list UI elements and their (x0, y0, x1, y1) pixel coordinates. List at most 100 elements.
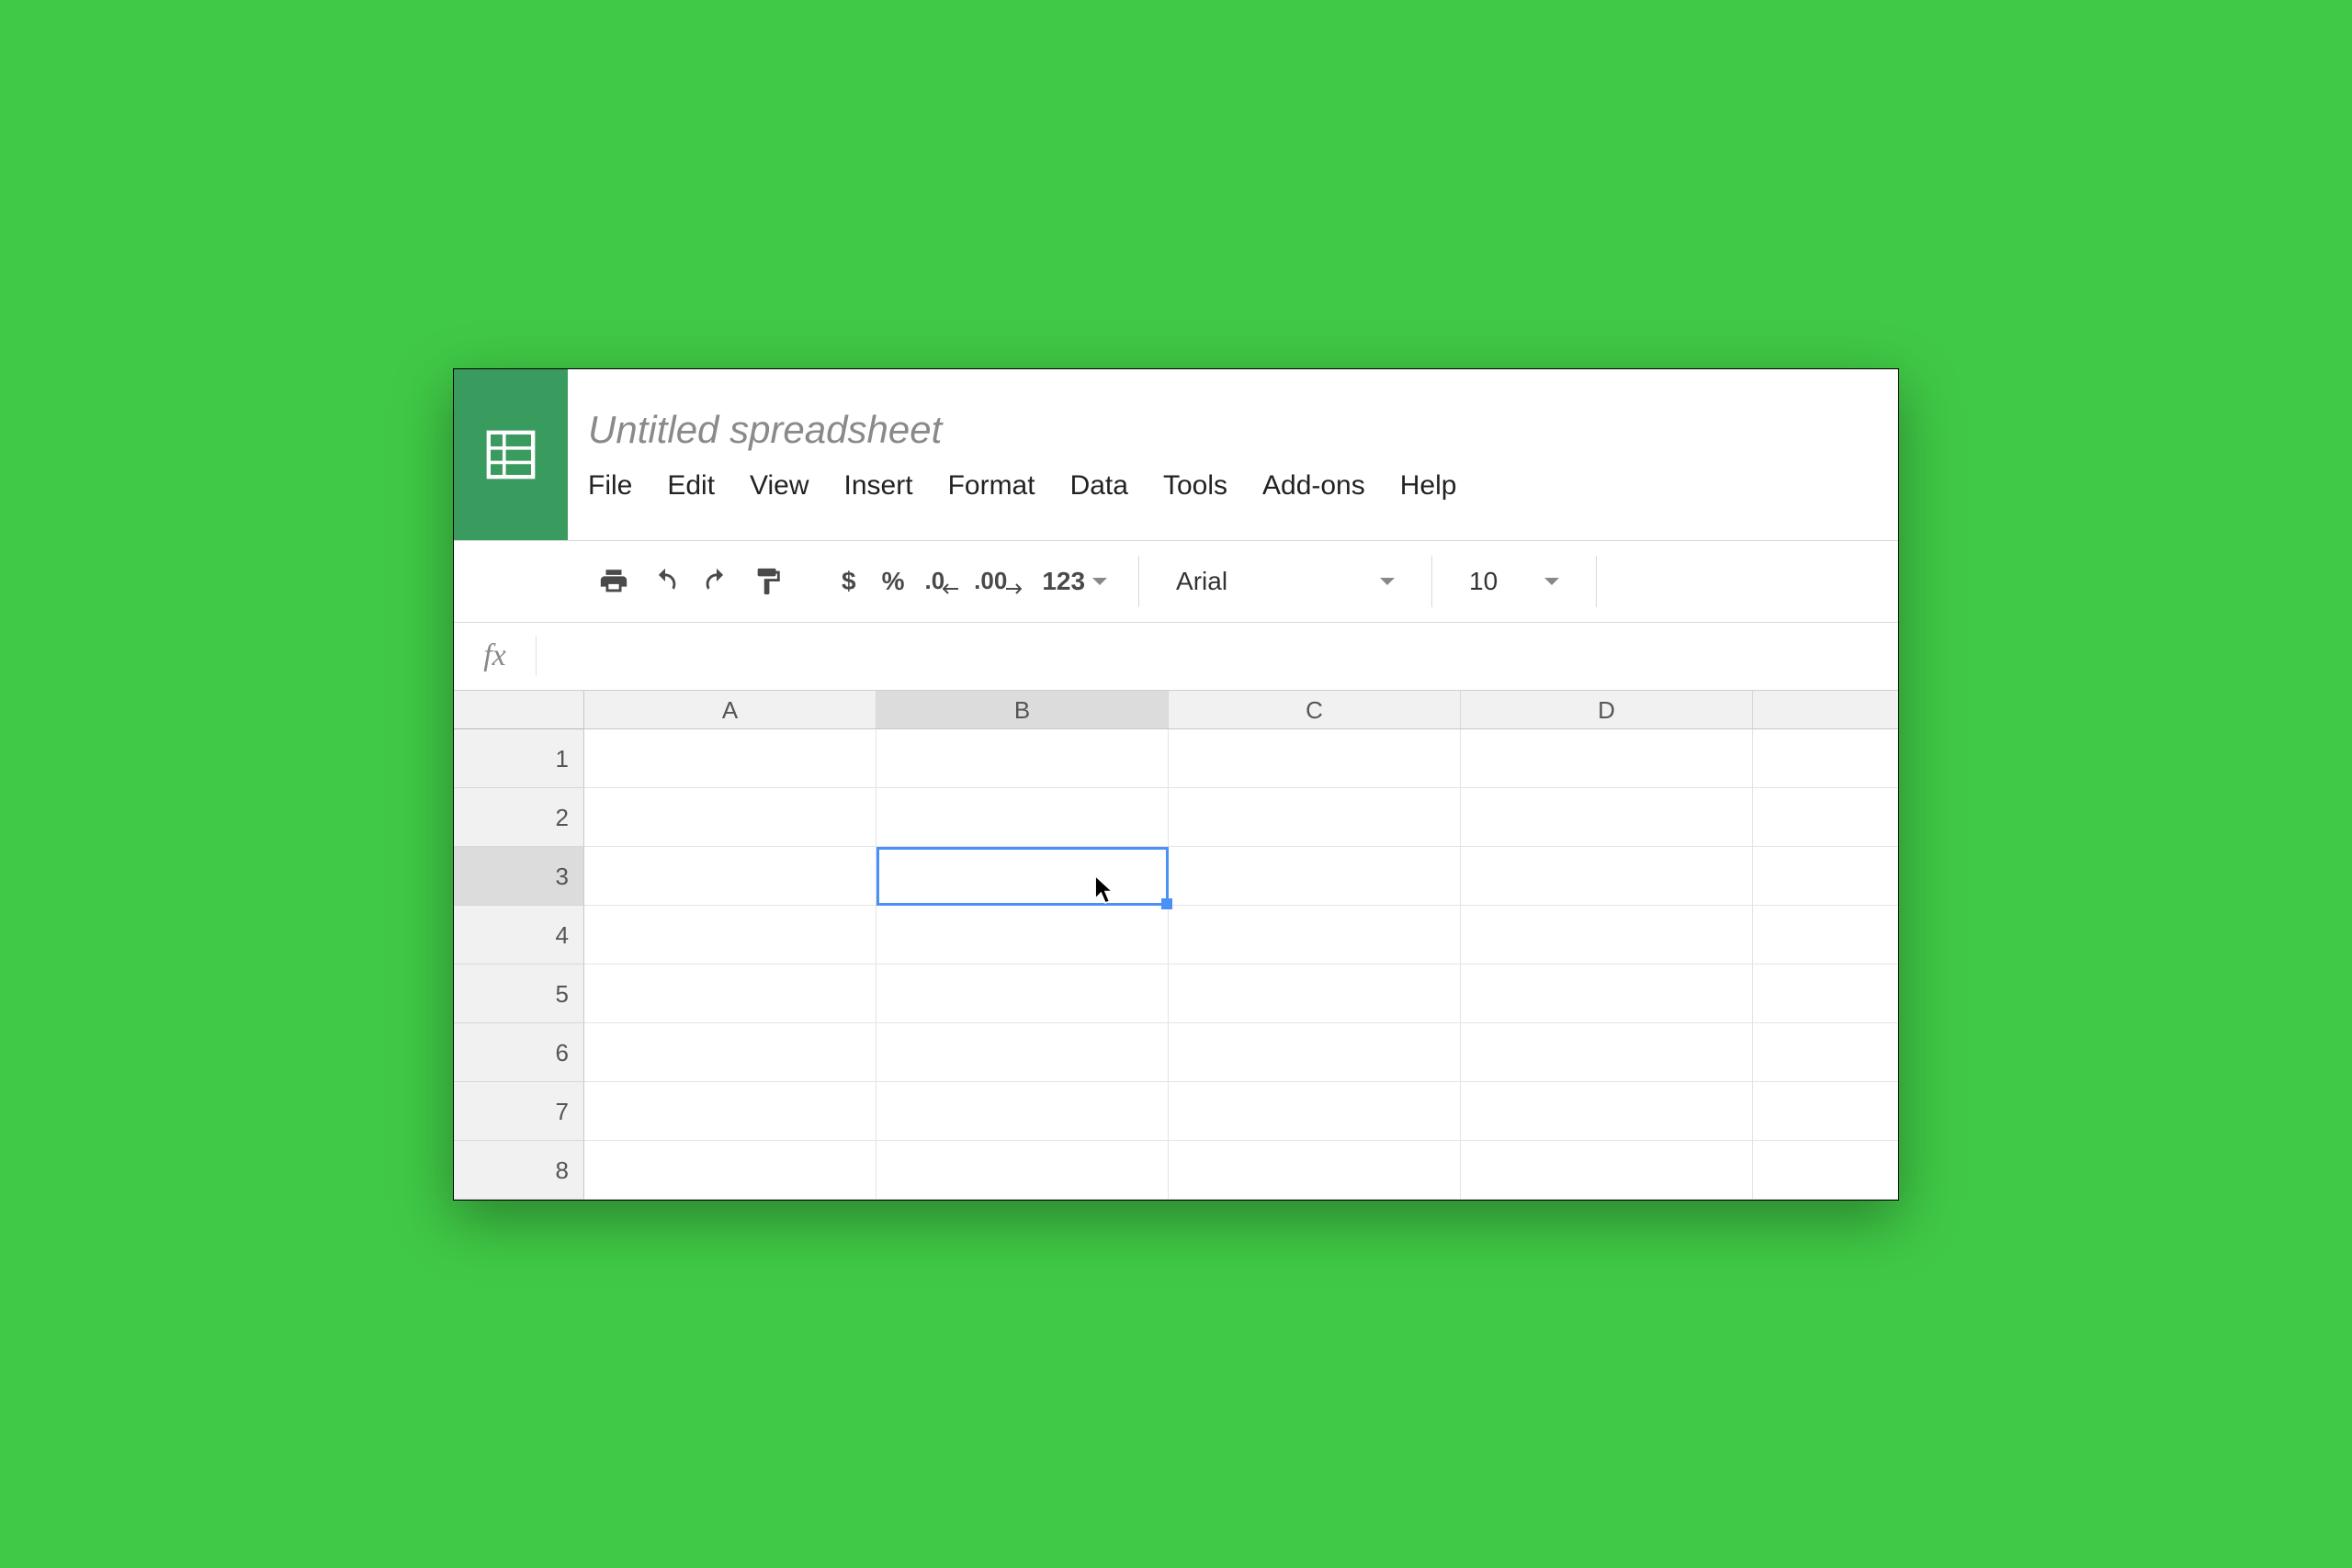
format-currency-button[interactable]: $ (832, 567, 865, 596)
format-percent-button[interactable]: % (873, 567, 914, 596)
doc-title[interactable]: Untitled spreadsheet (588, 408, 1878, 452)
menu-edit[interactable]: Edit (667, 470, 715, 502)
cell-D3[interactable] (1461, 847, 1753, 906)
column-header-A[interactable]: A (584, 691, 876, 728)
cell-E7[interactable] (1753, 1082, 1898, 1141)
formula-input[interactable] (537, 623, 1898, 690)
cell-B2[interactable] (876, 788, 1169, 847)
column-header-C[interactable]: C (1169, 691, 1461, 728)
redo-button[interactable] (695, 559, 739, 604)
toolbar-separator (1138, 556, 1139, 607)
undo-button[interactable] (643, 559, 687, 604)
menu-file[interactable]: File (588, 470, 632, 502)
cell-D7[interactable] (1461, 1082, 1753, 1141)
cell-A1[interactable] (584, 729, 876, 788)
font-size-value: 10 (1469, 567, 1498, 596)
cell-C1[interactable] (1169, 729, 1461, 788)
increase-decimal-label: .00 (974, 567, 1007, 595)
fx-label: fx (454, 636, 537, 676)
menu-addons[interactable]: Add-ons (1262, 470, 1365, 502)
print-icon (598, 566, 629, 597)
cell-E4[interactable] (1753, 906, 1898, 964)
cell-A6[interactable] (584, 1023, 876, 1082)
row-header-2[interactable]: 2 (454, 788, 584, 847)
row-header-6[interactable]: 6 (454, 1023, 584, 1082)
cell-B6[interactable] (876, 1023, 1169, 1082)
cell-C6[interactable] (1169, 1023, 1461, 1082)
cell-C3[interactable] (1169, 847, 1461, 906)
row-header-3[interactable]: 3 (454, 847, 584, 906)
paint-format-icon (752, 566, 784, 597)
cell-A4[interactable] (584, 906, 876, 964)
app-logo[interactable] (454, 369, 568, 540)
menu-help[interactable]: Help (1400, 470, 1457, 502)
cell-B5[interactable] (876, 964, 1169, 1023)
row-header-4[interactable]: 4 (454, 906, 584, 964)
chevron-down-icon (1544, 578, 1559, 585)
cell-A3[interactable] (584, 847, 876, 906)
menu-data[interactable]: Data (1070, 470, 1128, 502)
cell-E3[interactable] (1753, 847, 1898, 906)
cell-E8[interactable] (1753, 1141, 1898, 1200)
column-header-B[interactable]: B (876, 691, 1169, 728)
column-header-overflow[interactable] (1753, 691, 1898, 728)
font-size-select[interactable]: 10 (1454, 556, 1574, 607)
cell-B8[interactable] (876, 1141, 1169, 1200)
cell-A7[interactable] (584, 1082, 876, 1141)
cell-C8[interactable] (1169, 1141, 1461, 1200)
menubar: File Edit View Insert Format Data Tools … (588, 470, 1878, 518)
cell-B3[interactable] (876, 847, 1169, 906)
cell-C7[interactable] (1169, 1082, 1461, 1141)
menu-insert[interactable]: Insert (844, 470, 913, 502)
select-all-corner[interactable] (454, 691, 584, 732)
redo-icon (701, 566, 732, 597)
arrow-left-icon (943, 582, 959, 595)
cell-A8[interactable] (584, 1141, 876, 1200)
cell-E2[interactable] (1753, 788, 1898, 847)
menu-format[interactable]: Format (948, 470, 1035, 502)
cell-B7[interactable] (876, 1082, 1169, 1141)
row-header-1[interactable]: 1 (454, 729, 584, 788)
paint-format-button[interactable] (746, 559, 790, 604)
column-headers: A B C D (454, 691, 1898, 729)
chevron-down-icon (1092, 578, 1107, 585)
column-header-D[interactable]: D (1461, 691, 1753, 728)
arrow-right-icon (1005, 582, 1022, 595)
font-family-select[interactable]: Arial (1161, 556, 1409, 607)
cell-A5[interactable] (584, 964, 876, 1023)
row-header-5[interactable]: 5 (454, 964, 584, 1023)
cell-A2[interactable] (584, 788, 876, 847)
cell-D2[interactable] (1461, 788, 1753, 847)
chevron-down-icon (1380, 578, 1395, 585)
cell-B1[interactable] (876, 729, 1169, 788)
cell-B4[interactable] (876, 906, 1169, 964)
toolbar-separator (1596, 556, 1597, 607)
row-header-7[interactable]: 7 (454, 1082, 584, 1141)
cell-D6[interactable] (1461, 1023, 1753, 1082)
rows: 1 2 3 (454, 729, 1898, 1200)
app-window: Untitled spreadsheet File Edit View Inse… (453, 368, 1899, 1201)
cell-C5[interactable] (1169, 964, 1461, 1023)
cell-E6[interactable] (1753, 1023, 1898, 1082)
undo-icon (650, 566, 681, 597)
cell-D8[interactable] (1461, 1141, 1753, 1200)
menu-tools[interactable]: Tools (1163, 470, 1227, 502)
cell-E1[interactable] (1753, 729, 1898, 788)
increase-decimal-button[interactable]: .00 (970, 559, 1025, 604)
formula-bar: fx (454, 623, 1898, 691)
cell-C2[interactable] (1169, 788, 1461, 847)
decrease-decimal-button[interactable]: .0 (921, 559, 963, 604)
font-family-value: Arial (1176, 567, 1227, 596)
cell-D4[interactable] (1461, 906, 1753, 964)
menu-view[interactable]: View (750, 470, 808, 502)
more-formats-button[interactable]: 123 (1033, 567, 1116, 596)
grid: A B C D 1 2 3 (454, 691, 1898, 1200)
cell-E5[interactable] (1753, 964, 1898, 1023)
cell-D1[interactable] (1461, 729, 1753, 788)
cell-C4[interactable] (1169, 906, 1461, 964)
row-header-8[interactable]: 8 (454, 1141, 584, 1200)
sheets-icon (484, 428, 537, 481)
print-button[interactable] (592, 559, 636, 604)
cell-D5[interactable] (1461, 964, 1753, 1023)
toolbar-separator (1431, 556, 1432, 607)
